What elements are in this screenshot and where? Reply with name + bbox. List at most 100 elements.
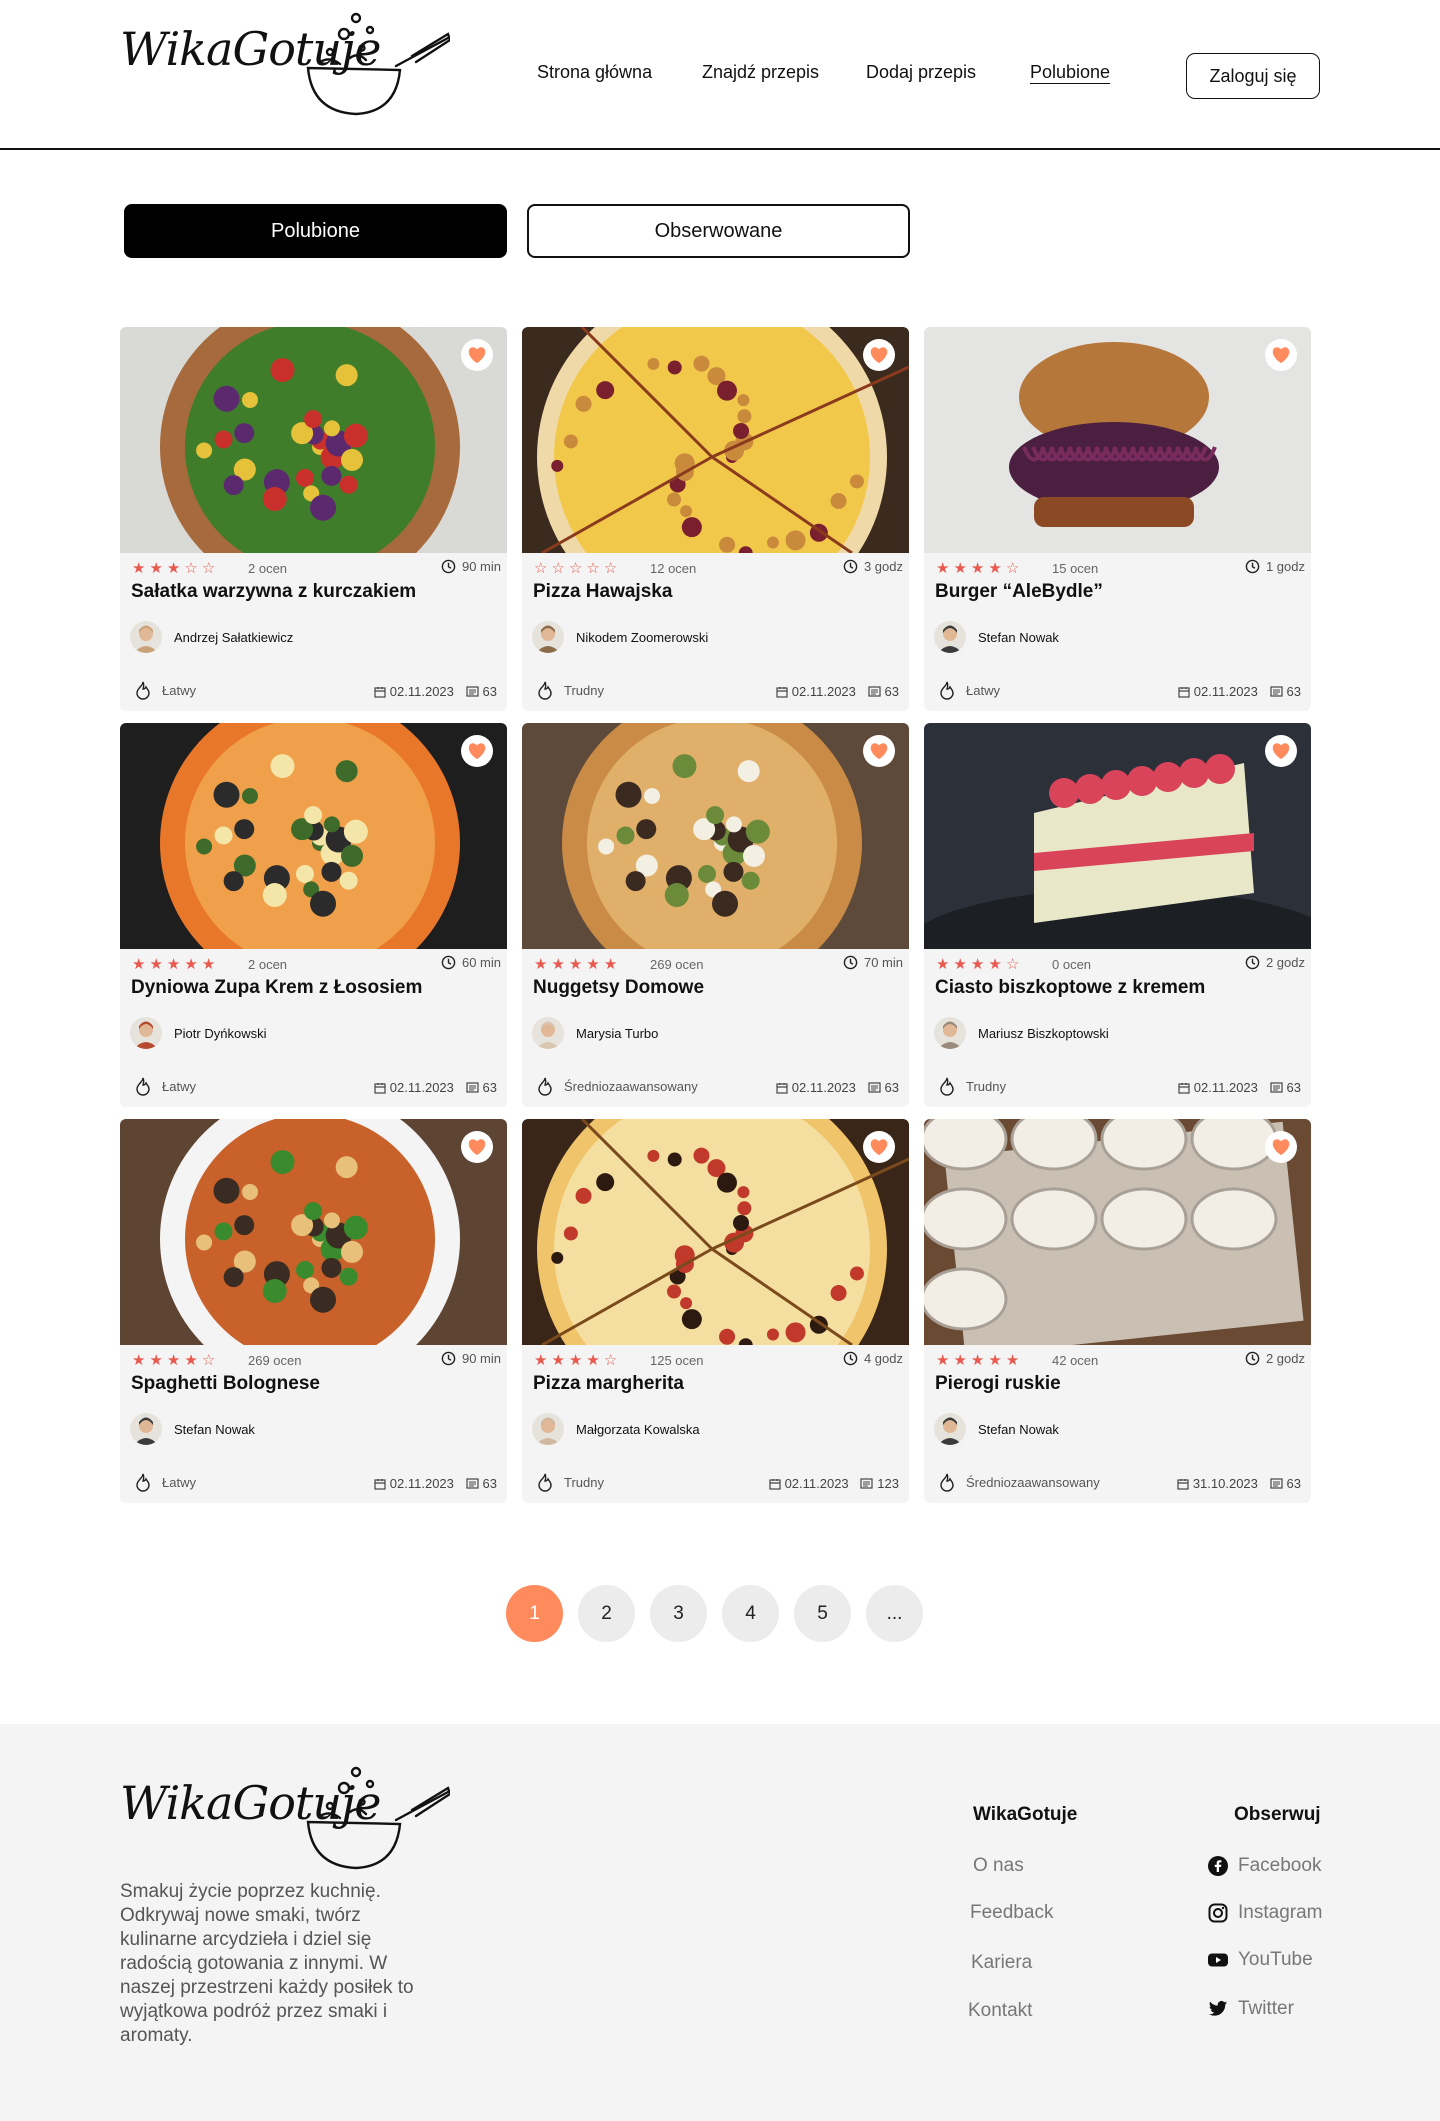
comments-icon (1269, 1081, 1283, 1093)
footer-link-contact[interactable]: Kontakt (968, 2000, 1032, 2022)
recipe-photo[interactable] (924, 327, 1311, 553)
avatar (532, 1017, 564, 1049)
difficulty-flame-icon (136, 681, 150, 700)
recipe-card[interactable]: ★★★★★ 42 ocen 2 godz Pierogi ruskie Stefan N… (924, 1119, 1311, 1503)
recipe-author[interactable]: Andrzej Sałatkiewicz (130, 621, 293, 653)
page-button-1[interactable]: 1 (506, 1585, 563, 1642)
recipe-author[interactable]: Stefan Nowak (130, 1413, 255, 1445)
heart-icon (870, 347, 888, 364)
star-filled-icon: ★ (201, 956, 220, 973)
recipe-photo[interactable] (522, 1119, 909, 1345)
footer-logo[interactable]: WikaGotuje (120, 1762, 450, 1874)
social-facebook[interactable]: Facebook (1208, 1855, 1321, 1877)
author-name: Nikodem Zoomerowski (576, 629, 709, 645)
recipe-photo[interactable] (120, 723, 507, 949)
twitter-icon (1208, 2001, 1228, 2016)
favorite-button[interactable] (863, 735, 895, 767)
login-button[interactable]: Zaloguj się (1186, 53, 1320, 99)
comments-icon (860, 1477, 873, 1489)
recipe-title[interactable]: Ciasto biszkoptowe z kremem (935, 977, 1205, 999)
heart-icon (1272, 1139, 1290, 1156)
recipe-title[interactable]: Pizza Hawajska (533, 581, 672, 603)
page-button-3[interactable]: 3 (650, 1585, 707, 1642)
recipe-author[interactable]: Stefan Nowak (934, 1413, 1059, 1445)
star-filled-icon: ★ (568, 1352, 587, 1369)
recipe-author[interactable]: Nikodem Zoomerowski (532, 621, 708, 653)
recipe-photo[interactable] (522, 327, 909, 553)
difficulty: Trudny (536, 1472, 604, 1492)
recipe-card[interactable]: ★★★☆☆ 2 ocen 90 min Sałatka warzywna z kurc… (120, 327, 507, 711)
site-logo[interactable]: WikaGotuje (120, 8, 450, 120)
recipe-title[interactable]: Dyniowa Zupa Krem z Łososiem (131, 977, 422, 999)
nav-favorites[interactable]: Polubione (1030, 62, 1110, 83)
footer-link-feedback[interactable]: Feedback (970, 1902, 1053, 1924)
tab-following[interactable]: Obserwowane (527, 204, 910, 258)
calendar-icon (776, 1082, 788, 1094)
social-youtube[interactable]: YouTube (1208, 1949, 1313, 1971)
recipe-card[interactable]: ★★★★☆ 15 ocen 1 godz Burger “AleBydle” Stefa… (924, 327, 1311, 711)
recipe-photo[interactable] (120, 1119, 507, 1345)
recipe-title[interactable]: Pizza margherita (533, 1373, 684, 1395)
recipe-photo[interactable] (522, 723, 909, 949)
recipe-title[interactable]: Burger “AleBydle” (935, 581, 1103, 603)
favorite-button[interactable] (1265, 735, 1297, 767)
page-button-5[interactable]: 5 (794, 1585, 851, 1642)
social-instagram[interactable]: Instagram (1208, 1902, 1322, 1924)
recipe-card[interactable]: ★★★★☆ 125 ocen 4 godz Pizza margherita Małgo… (522, 1119, 909, 1503)
recipe-card[interactable]: ★★★★★ 269 ocen 70 min Nuggetsy Domowe Marysi… (522, 723, 909, 1107)
recipe-card[interactable]: ☆☆☆☆☆ 12 ocen 3 godz Pizza Hawajska Nikodem … (522, 327, 909, 711)
prep-time: 90 min (441, 559, 501, 574)
nav-find-recipe[interactable]: Znajdź przepis (702, 62, 819, 83)
publish-date: 02.11.2023 (389, 1476, 454, 1491)
publish-date: 02.11.2023 (791, 1080, 856, 1095)
recipe-author[interactable]: Mariusz Biszkoptowski (934, 1017, 1109, 1049)
favorite-button[interactable] (863, 339, 895, 371)
difficulty-flame-icon (538, 1473, 552, 1492)
recipe-author[interactable]: Piotr Dyńkowski (130, 1017, 266, 1049)
recipe-photo[interactable] (120, 327, 507, 553)
avatar (130, 621, 162, 653)
recipe-author[interactable]: Marysia Turbo (532, 1017, 658, 1049)
heart-icon (468, 743, 486, 760)
recipe-title[interactable]: Pierogi ruskie (935, 1373, 1061, 1395)
favorite-button[interactable] (1265, 1131, 1297, 1163)
recipe-author[interactable]: Małgorzata Kowalska (532, 1413, 700, 1445)
star-filled-icon: ★ (132, 956, 150, 973)
footer-col-follow-title: Obserwuj (1234, 1804, 1321, 1825)
recipe-photo[interactable] (924, 723, 1311, 949)
calendar-icon (768, 1478, 781, 1490)
recipe-card[interactable]: ★★★★★ 2 ocen 60 min Dyniowa Zupa Krem z Łos… (120, 723, 507, 1107)
favorite-button[interactable] (1265, 339, 1297, 371)
footer-col-brand-title: WikaGotuje (973, 1804, 1078, 1825)
recipe-title[interactable]: Spaghetti Bolognese (131, 1373, 320, 1395)
recipe-card[interactable]: ★★★★☆ 0 ocen 2 godz Ciasto biszkoptowe z kr… (924, 723, 1311, 1107)
rating-stars: ★★★★★ (132, 955, 219, 973)
recipe-title[interactable]: Nuggetsy Domowe (533, 977, 704, 999)
author-name: Stefan Nowak (978, 629, 1059, 645)
footer-link-career[interactable]: Kariera (971, 1952, 1032, 1974)
nav-home[interactable]: Strona główna (537, 62, 652, 83)
difficulty-label: Trudny (966, 1078, 1006, 1094)
recipe-card[interactable]: ★★★★☆ 269 ocen 90 min Spaghetti Bolognese St… (120, 1119, 507, 1503)
wok-icon (306, 12, 450, 116)
tab-favorites[interactable]: Polubione (124, 204, 507, 258)
favorite-button[interactable] (461, 735, 493, 767)
star-filled-icon: ★ (166, 1352, 185, 1369)
footer-link-about[interactable]: O nas (973, 1855, 1024, 1877)
author-name: Piotr Dyńkowski (174, 1025, 267, 1041)
recipe-photo[interactable] (924, 1119, 1311, 1345)
recipe-author[interactable]: Stefan Nowak (934, 621, 1059, 653)
rating-stars: ★★★★☆ (936, 559, 1023, 577)
rating-count: 12 ocen (650, 561, 697, 576)
comments-icon (465, 1477, 479, 1489)
nav-add-recipe[interactable]: Dodaj przepis (866, 62, 976, 83)
favorite-button[interactable] (461, 339, 493, 371)
page-button-4[interactable]: 4 (722, 1585, 779, 1642)
favorite-button[interactable] (863, 1131, 895, 1163)
page-button-2[interactable]: 2 (578, 1585, 635, 1642)
avatar (130, 1413, 162, 1445)
favorite-button[interactable] (461, 1131, 493, 1163)
recipe-title[interactable]: Sałatka warzywna z kurczakiem (131, 581, 416, 603)
social-twitter[interactable]: Twitter (1208, 1998, 1294, 2020)
page-button-more[interactable]: ... (866, 1585, 923, 1642)
